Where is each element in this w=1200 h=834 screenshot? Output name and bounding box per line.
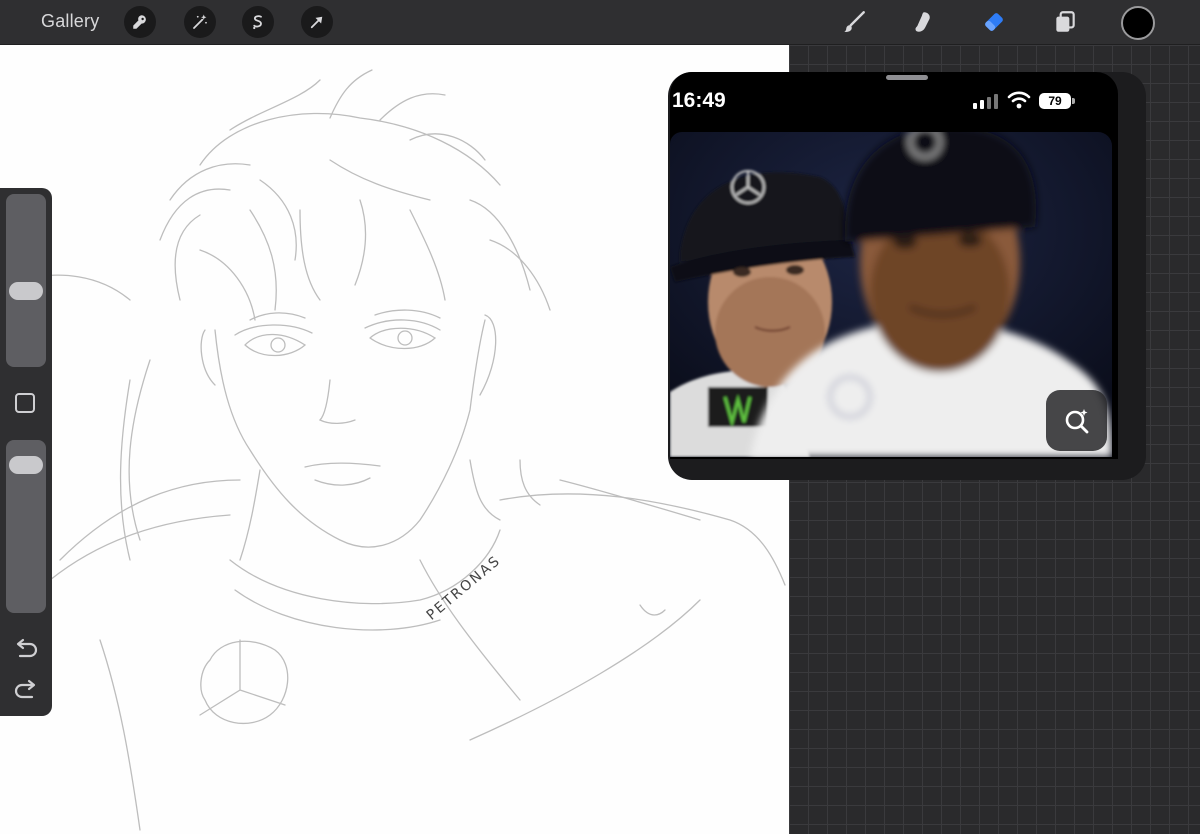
wifi-icon — [1007, 91, 1031, 109]
eraser-icon[interactable] — [978, 6, 1010, 38]
opacity-slider[interactable] — [6, 440, 46, 613]
brush-size-knob[interactable] — [9, 281, 43, 300]
battery-tip — [1072, 98, 1075, 104]
brush-size-slider[interactable] — [6, 194, 46, 367]
battery-indicator: 79 — [1039, 93, 1071, 109]
smudge-icon[interactable] — [906, 6, 938, 38]
opacity-knob[interactable] — [9, 455, 43, 474]
visual-lookup-icon[interactable] — [1046, 390, 1107, 451]
status-time: 16:49 — [672, 89, 726, 112]
top-toolbar: Gallery — [0, 0, 1200, 45]
layers-icon[interactable] — [1049, 6, 1081, 38]
color-picker-swatch[interactable] — [1121, 6, 1155, 40]
pip-drag-handle[interactable] — [886, 75, 928, 80]
brush-icon[interactable] — [838, 6, 870, 38]
transform-arrow-icon[interactable] — [301, 6, 333, 38]
signal-icon — [973, 94, 998, 109]
modify-square-icon[interactable] — [15, 393, 35, 413]
undo-icon[interactable] — [12, 636, 40, 660]
gallery-button[interactable]: Gallery — [41, 11, 99, 32]
magic-wand-icon[interactable] — [184, 6, 216, 38]
sidebar — [0, 188, 52, 716]
selection-icon[interactable] — [242, 6, 274, 38]
wrench-icon[interactable] — [124, 6, 156, 38]
redo-icon[interactable] — [12, 677, 40, 701]
